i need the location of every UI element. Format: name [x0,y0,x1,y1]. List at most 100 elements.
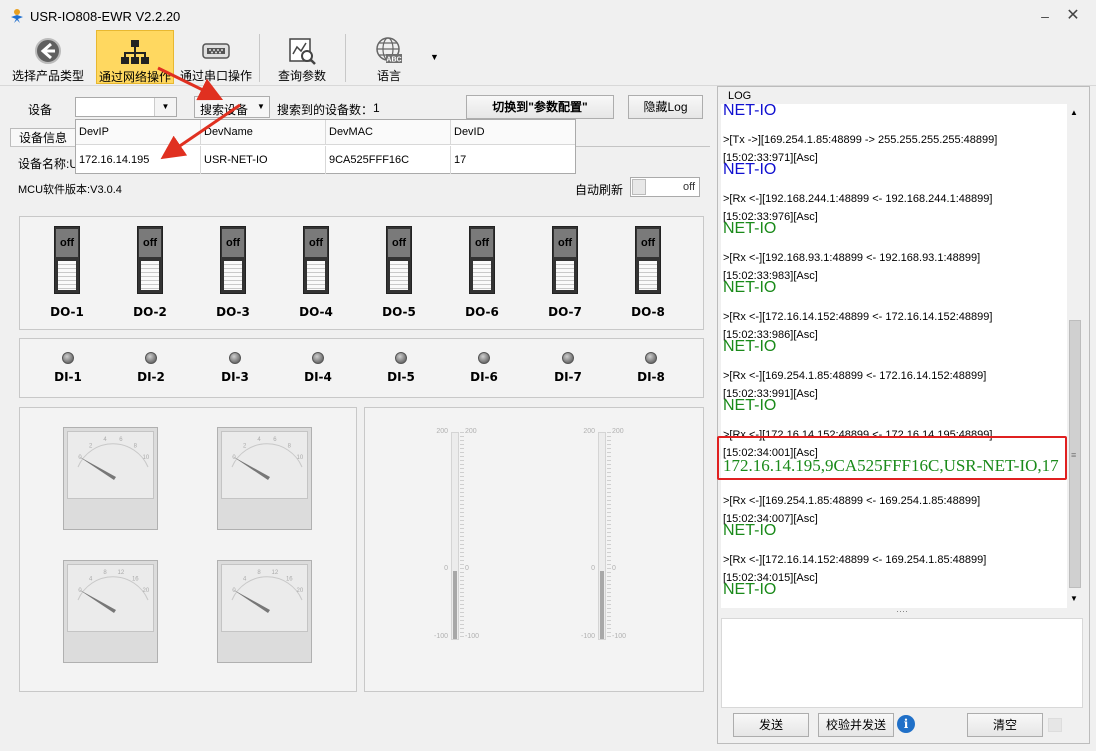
switch-grip [58,261,76,290]
language-button[interactable]: ABC 语言 [352,30,426,84]
do-switch[interactable]: off [386,226,412,294]
toolbar-divider [345,34,346,82]
switch-state: off [471,229,493,257]
do-switch[interactable]: off [303,226,329,294]
language-dropdown-icon[interactable]: ▼ [430,52,439,62]
scroll-up-icon[interactable]: ▲ [1070,108,1078,117]
meter-tick-label: 12 [272,570,279,576]
close-icon[interactable]: ✕ [1062,6,1084,26]
log-line: >[Rx <-][169.254.1.85:48899 <- 169.254.1… [723,495,981,507]
clear-button[interactable]: 清空 [967,713,1043,737]
minimize-icon[interactable]: – [1034,6,1056,26]
log-message: NET-IO [723,397,777,414]
send-input[interactable] [721,618,1083,708]
di-label: DI-3 [221,370,249,384]
chevron-down-icon[interactable]: ▼ [154,98,176,116]
thermometer-tick-label: 0 [612,565,616,572]
column-header[interactable]: DevName [201,120,326,145]
log-line: >[Rx <-][169.254.1.85:48899 <- 172.16.14… [723,370,987,382]
toolbar-label: 通过网络操作 [98,70,171,84]
hide-log-button[interactable]: 隐藏Log [628,95,703,119]
di-indicator [312,352,324,364]
meter-needle [78,456,116,480]
title-bar: USR-IO808-EWR V2.2.20 – ✕ [0,0,1096,30]
meter-needle [232,456,270,480]
log-scrollbar[interactable]: ▲ ≡ ▼ [1067,104,1083,608]
thermometer-tick-label: 200 [436,428,448,435]
thermometer-tick-label: 0 [591,565,595,572]
info-icon[interactable]: i [897,715,915,733]
di-indicator [145,352,157,364]
thermometer-panel [364,407,704,692]
highlight-box [717,436,1067,480]
toggle-knob [632,179,646,195]
meter-tick-label: 8 [103,570,107,576]
column-header[interactable]: DevMAC [326,120,451,145]
switch-state: off [554,229,576,257]
checksum-send-button[interactable]: 校验并发送 [818,713,894,737]
device-table: DevIP DevName DevMAC DevID 172.16.14.195… [75,119,576,174]
table-row[interactable]: 172.16.14.195 USR-NET-IO 9CA525FFF16C 17 [76,146,575,174]
found-count-label: 搜索到的设备数： [277,103,374,117]
switch-grip [556,261,574,290]
meter-tick-label: 4 [89,576,93,582]
log-line: >[Tx ->][169.254.1.85:48899 -> 255.255.2… [723,134,998,146]
do-label: DO-7 [548,305,582,319]
grip-icon: ≡ [1071,450,1077,460]
switch-state: off [139,229,161,257]
meter-tick-label: 8 [134,443,138,449]
toolbar-label: 查询参数 [277,69,326,83]
do-switch[interactable]: off [635,226,661,294]
do-switch[interactable]: off [469,226,495,294]
device-name-label: 设备名称:U [18,157,79,171]
di-panel [19,338,704,398]
scroll-down-icon[interactable]: ▼ [1070,594,1078,603]
send-button[interactable]: 发送 [733,713,809,737]
meter-dial: 048 121620 [77,570,150,613]
do-label: DO-8 [631,305,665,319]
chevron-down-icon[interactable]: ▼ [257,102,265,111]
toolbar-label: 通过串口操作 [179,69,252,83]
meter-tick-label: 2 [89,443,93,449]
di-label: DI-7 [554,370,582,384]
toolbar-divider [259,34,260,82]
analog-meter: 0 2 4 6 8 10 [217,427,312,530]
query-chart-icon [289,38,316,65]
checkbox[interactable] [1048,718,1062,732]
switch-state: off [222,229,244,257]
thermometer-tick-label: 0 [444,565,448,572]
do-switch[interactable]: off [552,226,578,294]
switch-grip [390,261,408,290]
log-splitter[interactable]: ···· [721,607,1083,617]
select-product-type-button[interactable]: 选择产品类型 [9,30,87,84]
analog-meter: 0 2 4 6 8 10 [63,427,158,530]
column-header[interactable]: DevID [451,120,575,145]
di-indicator [562,352,574,364]
found-count-value: 1 [373,101,380,115]
do-switch[interactable]: off [220,226,246,294]
tab-device-info[interactable]: 设备信息 [10,128,76,147]
do-switch[interactable]: off [137,226,163,294]
thermometer-tick-label: -100 [465,633,480,640]
log-message: NET-IO [723,522,777,539]
query-params-button[interactable]: 查询参数 [264,30,340,84]
serial-operation-button[interactable]: 通过串口操作 [178,30,254,84]
do-switch[interactable]: off [54,226,80,294]
meter-dial: 024 6810 [77,437,150,480]
thermometer-tick-label: -100 [433,633,448,640]
device-select[interactable]: ▼ [75,97,177,117]
toolbar: 选择产品类型 通过网络操作 通过串口操作 查询参数 ABC 语言 ▼ [0,30,1096,86]
column-header[interactable]: DevIP [76,120,201,145]
cell-devid: 17 [454,154,467,166]
log-message: NET-IO [723,279,777,296]
mcu-version: MCU软件版本:V3.0.4 [18,184,122,196]
switch-to-config-button[interactable]: 切换到"参数配置" [466,95,614,119]
auto-refresh-toggle[interactable]: off [630,177,700,197]
di-label: DI-2 [137,370,165,384]
search-device-button[interactable]: 搜索设备 ▼ [194,96,270,118]
window-title: USR-IO808-EWR V2.2.20 [30,9,181,24]
analog-meter: 0 4 8 12 16 20 [63,560,158,663]
log-line: >[Rx <-][192.168.93.1:48899 <- 192.168.9… [723,252,981,264]
network-operation-button[interactable]: 通过网络操作 [96,30,174,84]
log-output[interactable]: NET-IO >[Tx ->][169.254.1.85:48899 -> 255… [721,104,1083,608]
